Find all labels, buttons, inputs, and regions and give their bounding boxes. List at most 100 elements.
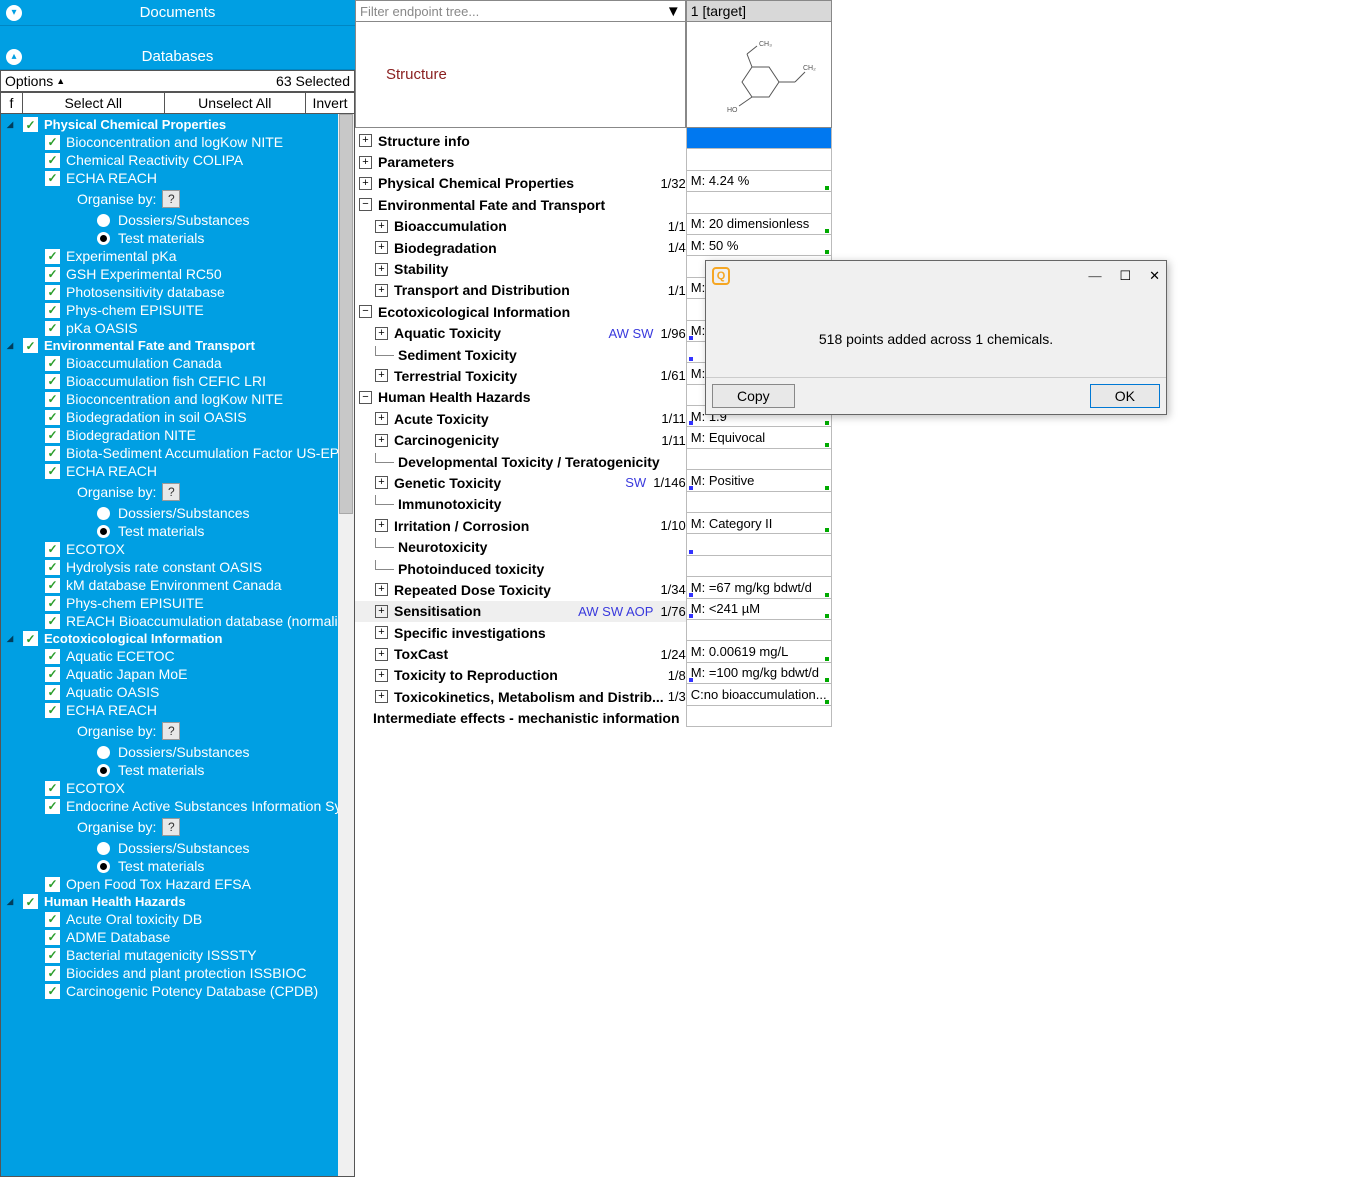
endpoint-row[interactable]: +Terrestrial Toxicity1/61 xyxy=(355,365,686,386)
checkbox-icon[interactable]: ✓ xyxy=(45,781,60,796)
close-icon[interactable]: ✕ xyxy=(1149,268,1160,284)
checkbox-icon[interactable]: ✓ xyxy=(45,578,60,593)
endpoint-row[interactable]: +ToxCast1/24 xyxy=(355,643,686,664)
radio-test-materials[interactable]: Test materials xyxy=(7,857,354,875)
checkbox-icon[interactable]: ✓ xyxy=(45,560,60,575)
database-item[interactable]: ✓Bacterial mutagenicity ISSSTY xyxy=(7,946,354,964)
checkbox-icon[interactable]: ✓ xyxy=(45,667,60,682)
endpoint-row[interactable]: +Irritation / Corrosion1/10 xyxy=(355,515,686,536)
endpoint-row[interactable]: +Stability xyxy=(355,258,686,279)
invert-button[interactable]: Invert xyxy=(306,93,354,113)
database-item[interactable]: ✓Acute Oral toxicity DB xyxy=(7,910,354,928)
select-all-button[interactable]: Select All xyxy=(23,93,165,113)
data-cell[interactable]: C:no bioaccumulation... xyxy=(686,684,832,705)
endpoint-row[interactable]: +Aquatic ToxicityAW SW1/96 xyxy=(355,323,686,344)
expand-icon[interactable]: + xyxy=(375,241,388,254)
expand-icon[interactable]: + xyxy=(359,134,372,147)
expand-icon[interactable]: + xyxy=(375,669,388,682)
database-item[interactable]: ✓Bioconcentration and logKow NITE xyxy=(7,133,354,151)
filter-input[interactable]: Filter endpoint tree... ▼ xyxy=(355,0,686,22)
database-item[interactable]: ✓Chemical Reactivity COLIPA xyxy=(7,151,354,169)
category-header[interactable]: ◢✓Human Health Hazards xyxy=(7,893,354,910)
checkbox-icon[interactable]: ✓ xyxy=(45,249,60,264)
endpoint-row[interactable]: −Ecotoxicological Information xyxy=(355,301,686,322)
checkbox-icon[interactable]: ✓ xyxy=(45,392,60,407)
checkbox-icon[interactable]: ✓ xyxy=(23,338,38,353)
database-item[interactable]: ✓Phys-chem EPISUITE xyxy=(7,301,354,319)
data-cell[interactable] xyxy=(686,492,832,513)
radio-dossiers[interactable]: Dossiers/Substances xyxy=(7,504,354,522)
checkbox-icon[interactable]: ✓ xyxy=(45,930,60,945)
checkbox-icon[interactable]: ✓ xyxy=(45,303,60,318)
database-item[interactable]: ✓Aquatic OASIS xyxy=(7,683,354,701)
endpoint-row[interactable]: +Parameters xyxy=(355,151,686,172)
endpoint-row[interactable]: −Environmental Fate and Transport xyxy=(355,194,686,215)
endpoint-row[interactable]: −Human Health Hazards xyxy=(355,387,686,408)
expand-icon[interactable]: + xyxy=(375,605,388,618)
checkbox-icon[interactable]: ✓ xyxy=(45,464,60,479)
data-cell[interactable] xyxy=(686,192,832,213)
filter-column-button[interactable]: f xyxy=(1,93,23,113)
expand-icon[interactable]: + xyxy=(375,263,388,276)
checkbox-icon[interactable]: ✓ xyxy=(45,285,60,300)
expand-icon[interactable]: + xyxy=(375,690,388,703)
checkbox-icon[interactable]: ✓ xyxy=(45,649,60,664)
checkbox-icon[interactable]: ✓ xyxy=(45,428,60,443)
expand-icon[interactable]: + xyxy=(359,156,372,169)
expand-icon[interactable]: + xyxy=(375,369,388,382)
endpoint-row[interactable]: +Toxicokinetics, Metabolism and Distrib.… xyxy=(355,686,686,707)
help-button[interactable]: ? xyxy=(162,483,180,501)
databases-header[interactable]: ▴ Databases xyxy=(0,44,355,70)
radio-dossiers[interactable]: Dossiers/Substances xyxy=(7,211,354,229)
data-cell[interactable] xyxy=(686,534,832,555)
category-header[interactable]: ◢✓Ecotoxicological Information xyxy=(7,630,354,647)
database-item[interactable]: ✓ECHA REACH xyxy=(7,462,354,480)
database-item[interactable]: ✓Endocrine Active Substances Information… xyxy=(7,797,354,815)
database-item[interactable]: ✓Aquatic Japan MoE xyxy=(7,665,354,683)
database-item[interactable]: ✓Biocides and plant protection ISSBIOC xyxy=(7,964,354,982)
radio-dossiers[interactable]: Dossiers/Substances xyxy=(7,743,354,761)
expand-icon[interactable]: − xyxy=(359,198,372,211)
checkbox-icon[interactable]: ✓ xyxy=(45,799,60,814)
copy-button[interactable]: Copy xyxy=(712,384,795,408)
checkbox-icon[interactable]: ✓ xyxy=(45,912,60,927)
expand-icon[interactable]: + xyxy=(375,434,388,447)
database-item[interactable]: ✓kM database Environment Canada xyxy=(7,576,354,594)
radio-test-materials[interactable]: Test materials xyxy=(7,761,354,779)
database-item[interactable]: ✓Hydrolysis rate constant OASIS xyxy=(7,558,354,576)
data-cell[interactable]: M: 4.24 % xyxy=(686,171,832,192)
checkbox-icon[interactable]: ✓ xyxy=(45,153,60,168)
checkbox-icon[interactable]: ✓ xyxy=(45,614,60,629)
database-item[interactable]: ✓Open Food Tox Hazard EFSA xyxy=(7,875,354,893)
database-item[interactable]: ✓ECHA REACH xyxy=(7,169,354,187)
checkbox-icon[interactable]: ✓ xyxy=(45,877,60,892)
endpoint-row[interactable]: Photoinduced toxicity xyxy=(355,558,686,579)
database-item[interactable]: ✓Biota-Sediment Accumulation Factor US-E… xyxy=(7,444,354,462)
data-header[interactable]: 1 [target] xyxy=(686,0,832,22)
data-cell[interactable] xyxy=(686,556,832,577)
endpoint-row[interactable]: +Biodegradation1/4 xyxy=(355,237,686,258)
data-cell[interactable]: M: Equivocal xyxy=(686,427,832,448)
scrollbar-thumb[interactable] xyxy=(339,114,353,514)
database-item[interactable]: ✓Biodegradation NITE xyxy=(7,426,354,444)
checkbox-icon[interactable]: ✓ xyxy=(45,596,60,611)
expand-icon[interactable]: + xyxy=(359,177,372,190)
expand-icon[interactable]: + xyxy=(375,220,388,233)
radio-test-materials[interactable]: Test materials xyxy=(7,229,354,247)
database-item[interactable]: ✓pKa OASIS xyxy=(7,319,354,337)
expand-icon[interactable]: − xyxy=(359,305,372,318)
database-item[interactable]: ✓Aquatic ECETOC xyxy=(7,647,354,665)
database-item[interactable]: ✓Bioaccumulation Canada xyxy=(7,354,354,372)
endpoint-row[interactable]: Sediment Toxicity xyxy=(355,344,686,365)
documents-header[interactable]: ▾ Documents xyxy=(0,0,355,26)
help-button[interactable]: ? xyxy=(162,722,180,740)
expand-icon[interactable]: − xyxy=(359,391,372,404)
database-item[interactable]: ✓Carcinogenic Potency Database (CPDB) xyxy=(7,982,354,1000)
database-item[interactable]: ✓Photosensitivity database xyxy=(7,283,354,301)
molecule-box[interactable]: CH₃ CH₂ HO xyxy=(686,22,832,128)
scrollbar[interactable] xyxy=(338,114,354,1176)
checkbox-icon[interactable]: ✓ xyxy=(45,267,60,282)
endpoint-row[interactable]: +SensitisationAW SW AOP1/76 xyxy=(355,601,686,622)
checkbox-icon[interactable]: ✓ xyxy=(23,894,38,909)
data-cell[interactable]: M: <241 µM xyxy=(686,599,832,620)
